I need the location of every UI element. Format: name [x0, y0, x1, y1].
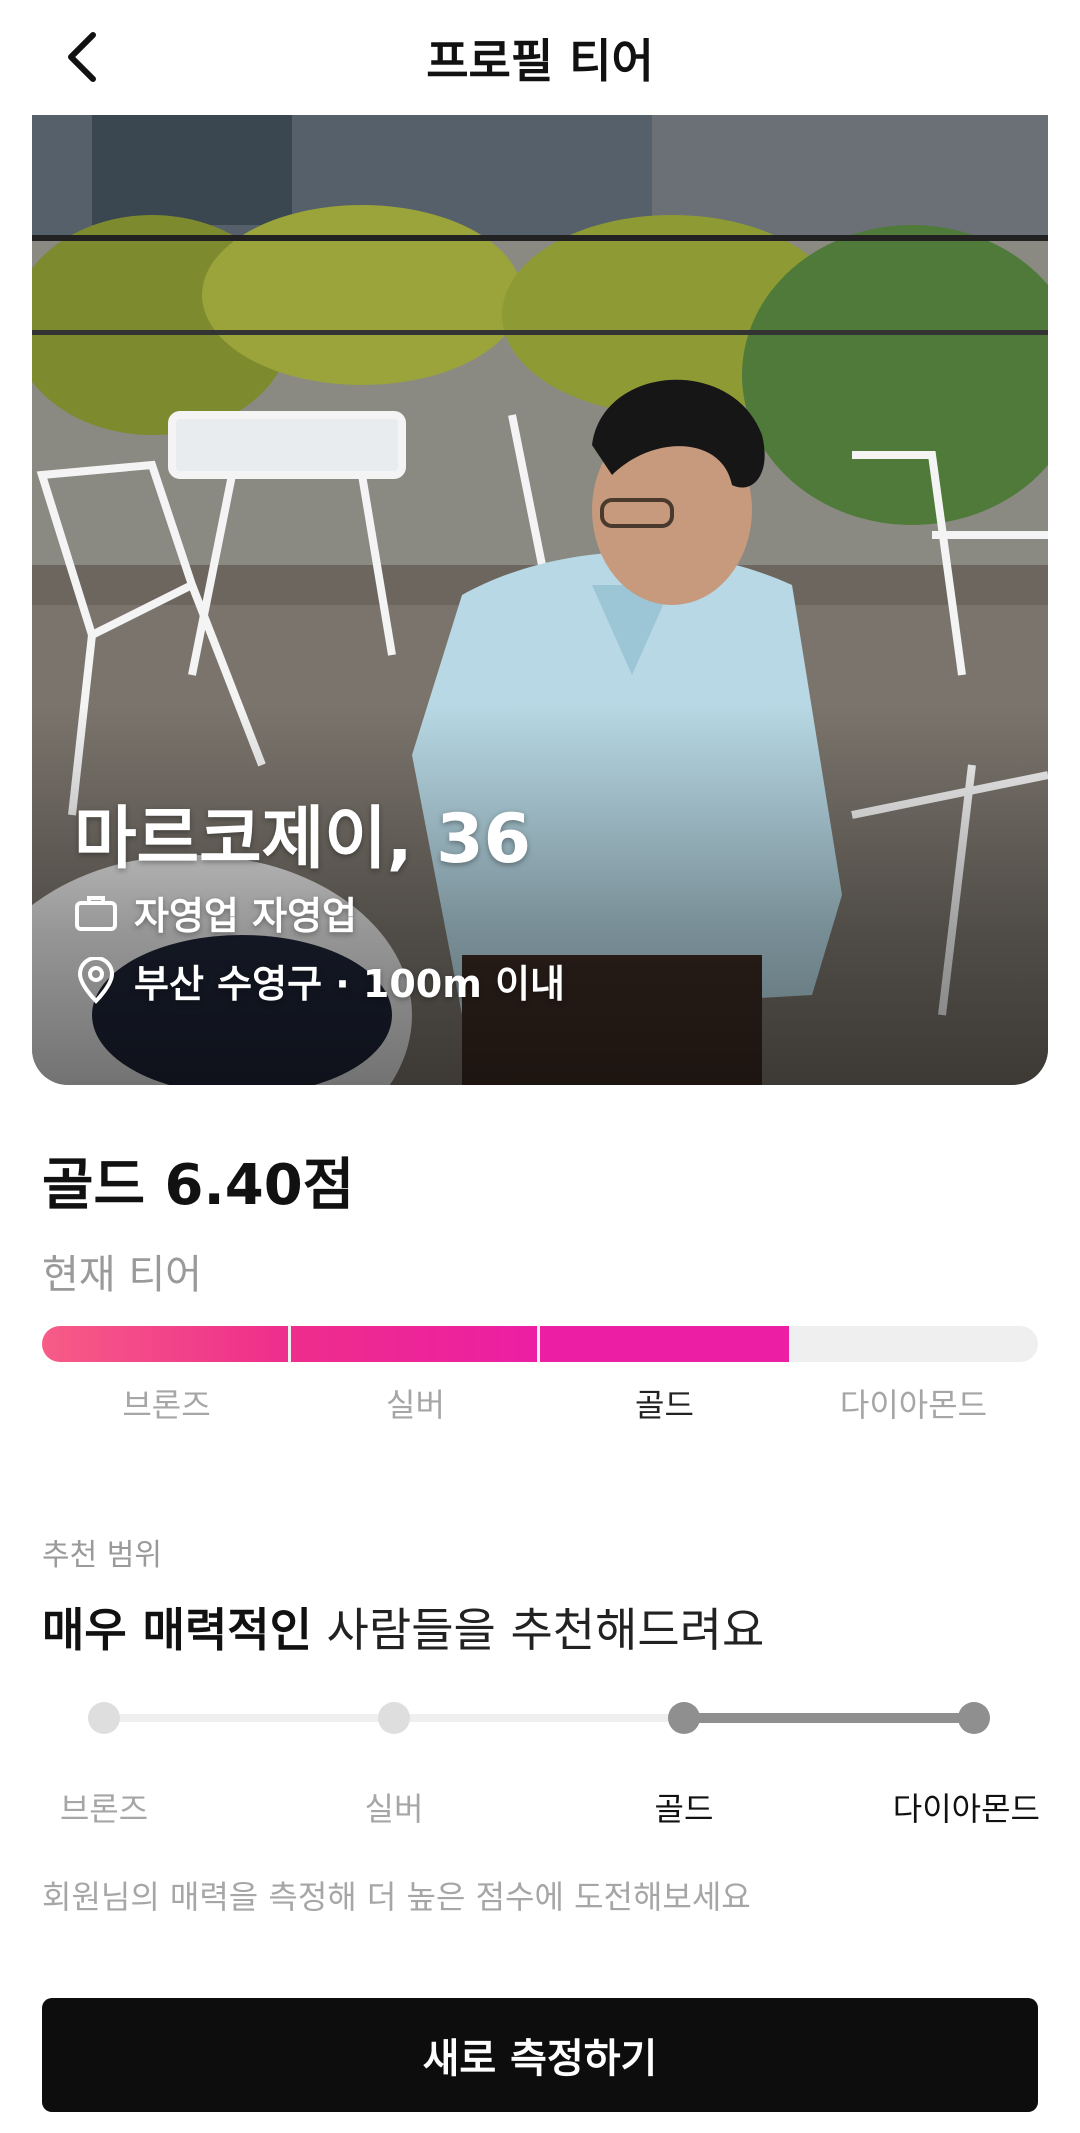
- recommendation-headline: 매우 매력적인 사람들을 추천해드려요: [42, 1594, 764, 1660]
- profile-photo-card[interactable]: 마르코제이, 36 자영업 자영업 부산 수영구 · 100m 이내: [32, 115, 1048, 1085]
- recommendation-headline-rest: 사람들을 추천해드려요: [311, 1603, 765, 1657]
- remeasure-button[interactable]: 새로 측정하기: [42, 1998, 1038, 2112]
- tier-bar-segment: [42, 1326, 288, 1362]
- range-label-item: 골드: [654, 1790, 714, 1828]
- tier-label-item: 브론즈: [122, 1386, 211, 1424]
- tier-label-item: 골드: [635, 1386, 694, 1424]
- profile-name-age: 마르코제이, 36: [74, 800, 531, 879]
- profile-location-row: 부산 수영구 · 100m 이내: [74, 953, 565, 1008]
- range-label-item: 브론즈: [59, 1790, 149, 1828]
- profile-job-row: 자영업 자영업: [74, 885, 357, 940]
- profile-job: 자영업 자영업: [134, 894, 357, 938]
- recommendation-range-labels: 브론즈 실버 골드 다이아몬드: [0, 1784, 1080, 1834]
- page-title: 프로필 티어: [426, 33, 654, 88]
- tier-bar-segment: [540, 1326, 789, 1362]
- measure-hint-text: 회원님의 매력을 측정해 더 높은 점수에 도전해보세요: [42, 1878, 751, 1916]
- top-bar: 프로필 티어: [0, 0, 1080, 115]
- tier-label-item: 다이아몬드: [839, 1386, 988, 1424]
- range-label-item: 다이아몬드: [892, 1790, 1040, 1828]
- range-label-item: 실버: [364, 1790, 424, 1828]
- range-dot: [88, 1702, 120, 1734]
- recommendation-range-active: [684, 1713, 974, 1723]
- range-dot[interactable]: [958, 1702, 990, 1734]
- back-button[interactable]: [48, 22, 118, 92]
- tier-progress-bar: [42, 1326, 1038, 1362]
- tier-score-title: 골드 6.40점: [42, 1153, 355, 1218]
- profile-location: 부산 수영구 · 100m 이내: [134, 962, 565, 1006]
- recommendation-range-label: 추천 범위: [42, 1538, 162, 1573]
- chevron-left-icon: [68, 32, 96, 82]
- location-pin-icon: [77, 956, 115, 1004]
- briefcase-icon: [75, 895, 117, 931]
- recommendation-headline-bold: 매우 매력적인: [42, 1603, 312, 1657]
- range-dot[interactable]: [668, 1702, 700, 1734]
- tier-labels: 브론즈 실버 골드 다이아몬드: [42, 1380, 1038, 1430]
- current-tier-label: 현재 티어: [42, 1252, 202, 1298]
- tier-bar-segment: [291, 1326, 537, 1362]
- tier-label-item: 실버: [386, 1386, 445, 1424]
- range-dot: [378, 1702, 410, 1734]
